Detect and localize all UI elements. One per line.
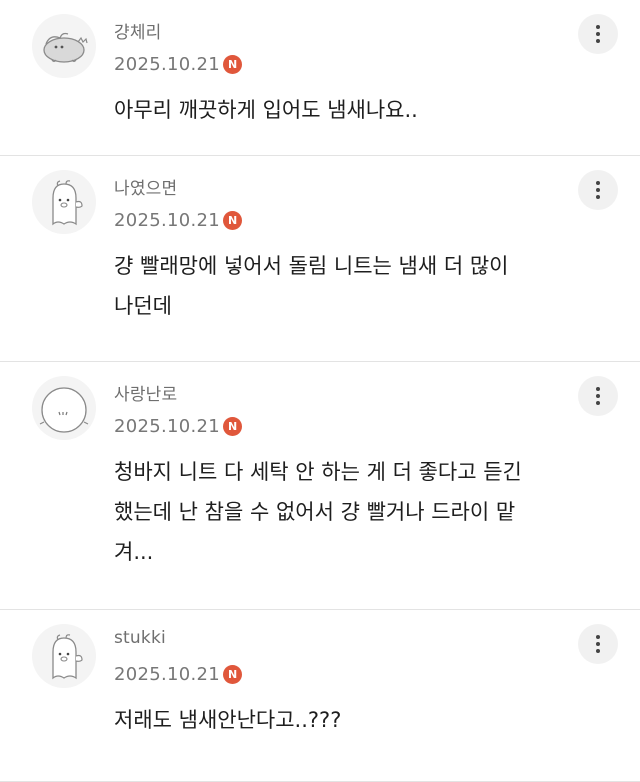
comment-text: 저래도 냄새안난다고..???: [114, 708, 342, 732]
more-options-button[interactable]: [578, 376, 618, 416]
more-options-button[interactable]: [578, 624, 618, 664]
comment-meta: 2025.10.21 N: [114, 662, 243, 686]
comment-item: stukki 2025.10.21 N 저래도 냄새안난다고..???: [0, 610, 640, 782]
comment-author[interactable]: stukki: [114, 628, 166, 648]
comment-item: 나였으면 2025.10.21 N 걍 빨래망에 넣어서 돌림 니트는 냄새 더…: [0, 156, 640, 362]
comment-date: 2025.10.21: [114, 53, 221, 75]
avatar[interactable]: [32, 624, 96, 688]
avatar[interactable]: [32, 170, 96, 234]
comment-author[interactable]: 사랑난로: [114, 380, 177, 405]
avatar[interactable]: [32, 14, 96, 78]
round-face-avatar-icon: [39, 387, 89, 433]
comment-text: 걍 빨래망에 넣어서 돌림 니트는 냄새 더 많이나던데: [114, 254, 509, 318]
new-badge: N: [223, 210, 243, 230]
comment-list: 걍체리 2025.10.21 N 아무리 깨끗하게 입어도 냄새나요.. 나였으…: [0, 0, 640, 782]
more-vertical-icon: [596, 387, 600, 405]
new-badge: N: [223, 54, 243, 74]
comment-date: 2025.10.21: [114, 209, 221, 231]
comment-text: 청바지 니트 다 세탁 안 하는 게 더 좋다고 듣긴 했는데 난 참을 수 없…: [114, 460, 522, 564]
comment-author[interactable]: 걍체리: [114, 18, 162, 43]
more-vertical-icon: [596, 635, 600, 653]
more-vertical-icon: [596, 181, 600, 199]
new-badge: N: [223, 664, 243, 684]
comment-author[interactable]: 나였으면: [114, 174, 177, 199]
comment-meta: 2025.10.21 N: [114, 52, 243, 76]
ghost-character-avatar-icon: [52, 180, 83, 226]
comment-meta: 2025.10.21 N: [114, 414, 243, 438]
more-vertical-icon: [596, 25, 600, 43]
comment-meta: 2025.10.21 N: [114, 208, 243, 232]
comment-date: 2025.10.21: [114, 415, 221, 437]
avatar[interactable]: [32, 376, 96, 440]
more-options-button[interactable]: [578, 170, 618, 210]
comment-text: 아무리 깨끗하게 입어도 냄새나요..: [114, 98, 418, 122]
comment-date: 2025.10.21: [114, 663, 221, 685]
new-badge: N: [223, 416, 243, 436]
comment-item: 사랑난로 2025.10.21 N 청바지 니트 다 세탁 안 하는 게 더 좋…: [0, 362, 640, 610]
more-options-button[interactable]: [578, 14, 618, 54]
ghost-character-avatar-icon: [52, 634, 83, 680]
dog-avatar-icon: [43, 32, 88, 63]
comment-item: 걍체리 2025.10.21 N 아무리 깨끗하게 입어도 냄새나요..: [0, 0, 640, 156]
